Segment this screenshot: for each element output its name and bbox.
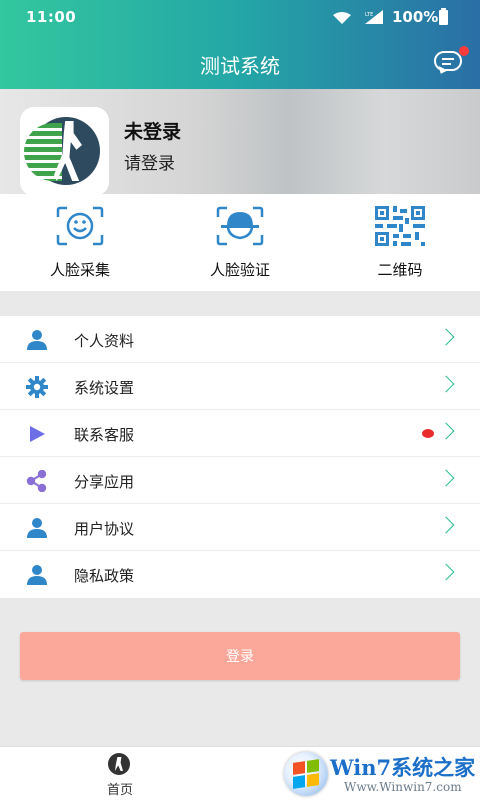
person-icon bbox=[27, 330, 47, 350]
chevron-right-icon bbox=[437, 516, 455, 534]
chevron-right-icon bbox=[437, 328, 455, 346]
menu-label: 隐私政策 bbox=[74, 567, 135, 585]
menu-item-support[interactable]: 联系客服 bbox=[0, 410, 480, 457]
gear-icon bbox=[26, 376, 48, 398]
watermark: Win7系统之家 Www.Winwin7.com bbox=[280, 748, 480, 800]
qr-code-icon bbox=[375, 206, 425, 246]
qr-code-button[interactable]: 二维码 bbox=[340, 194, 460, 291]
face-verify-label: 人脸验证 bbox=[209, 261, 270, 279]
menu-label: 联系客服 bbox=[74, 426, 135, 444]
battery-percent: 100% bbox=[392, 8, 439, 26]
menu-item-privacy-policy[interactable]: 隐私政策 bbox=[0, 551, 480, 598]
menu-label: 用户协议 bbox=[74, 520, 135, 538]
qr-code-label: 二维码 bbox=[377, 261, 423, 279]
settings-menu: 个人资料 系统设置 联系客服 分享应用 用户协议 隐私政策 bbox=[0, 316, 480, 598]
battery-icon bbox=[439, 8, 448, 25]
person-icon bbox=[27, 565, 47, 585]
page-title: 测试系统 bbox=[200, 54, 280, 78]
profile-card[interactable]: 未登录 请登录 bbox=[0, 89, 480, 196]
person-icon bbox=[27, 518, 47, 538]
profile-subtitle[interactable]: 请登录 bbox=[124, 149, 175, 174]
avatar[interactable] bbox=[20, 107, 109, 196]
menu-item-profile[interactable]: 个人资料 bbox=[0, 316, 480, 363]
menu-label: 系统设置 bbox=[74, 379, 135, 397]
share-icon bbox=[26, 470, 47, 492]
profile-name: 未登录 bbox=[124, 121, 182, 143]
login-button[interactable]: 登录 bbox=[20, 632, 460, 680]
face-capture-button[interactable]: 人脸采集 bbox=[20, 194, 140, 291]
watermark-title: Win7系统之家 bbox=[330, 755, 476, 780]
app-header: 11:00 LTE 100% 测试系统 bbox=[0, 0, 480, 89]
status-time: 11:00 bbox=[26, 8, 77, 26]
unread-badge bbox=[422, 429, 434, 438]
menu-item-user-agreement[interactable]: 用户协议 bbox=[0, 504, 480, 551]
face-verify-icon bbox=[216, 206, 264, 246]
chevron-right-icon bbox=[437, 375, 455, 393]
chevron-right-icon bbox=[437, 469, 455, 487]
nav-home[interactable]: 首页 bbox=[88, 747, 152, 801]
chevron-right-icon bbox=[437, 563, 455, 581]
nav-home-label: 首页 bbox=[106, 783, 133, 798]
menu-label: 个人资料 bbox=[74, 332, 135, 350]
windows-logo-icon bbox=[284, 752, 328, 796]
message-button[interactable] bbox=[432, 46, 469, 82]
chevron-right-icon bbox=[437, 422, 455, 440]
play-icon bbox=[30, 426, 45, 442]
watermark-url: Www.Winwin7.com bbox=[344, 780, 462, 794]
cellular-signal-icon: LTE bbox=[365, 10, 383, 24]
status-bar: 11:00 LTE 100% bbox=[0, 0, 480, 34]
svg-text:LTE: LTE bbox=[365, 12, 373, 18]
wifi-icon bbox=[333, 12, 351, 24]
home-runner-icon bbox=[108, 753, 130, 775]
menu-item-settings[interactable]: 系统设置 bbox=[0, 363, 480, 410]
quick-actions: 人脸采集 人脸验证 二维码 bbox=[0, 194, 480, 291]
notification-dot bbox=[459, 46, 469, 56]
face-capture-label: 人脸采集 bbox=[49, 261, 110, 279]
face-verify-button[interactable]: 人脸验证 bbox=[180, 194, 300, 291]
menu-item-share[interactable]: 分享应用 bbox=[0, 457, 480, 504]
face-capture-icon bbox=[56, 206, 104, 246]
menu-label: 分享应用 bbox=[74, 473, 135, 491]
